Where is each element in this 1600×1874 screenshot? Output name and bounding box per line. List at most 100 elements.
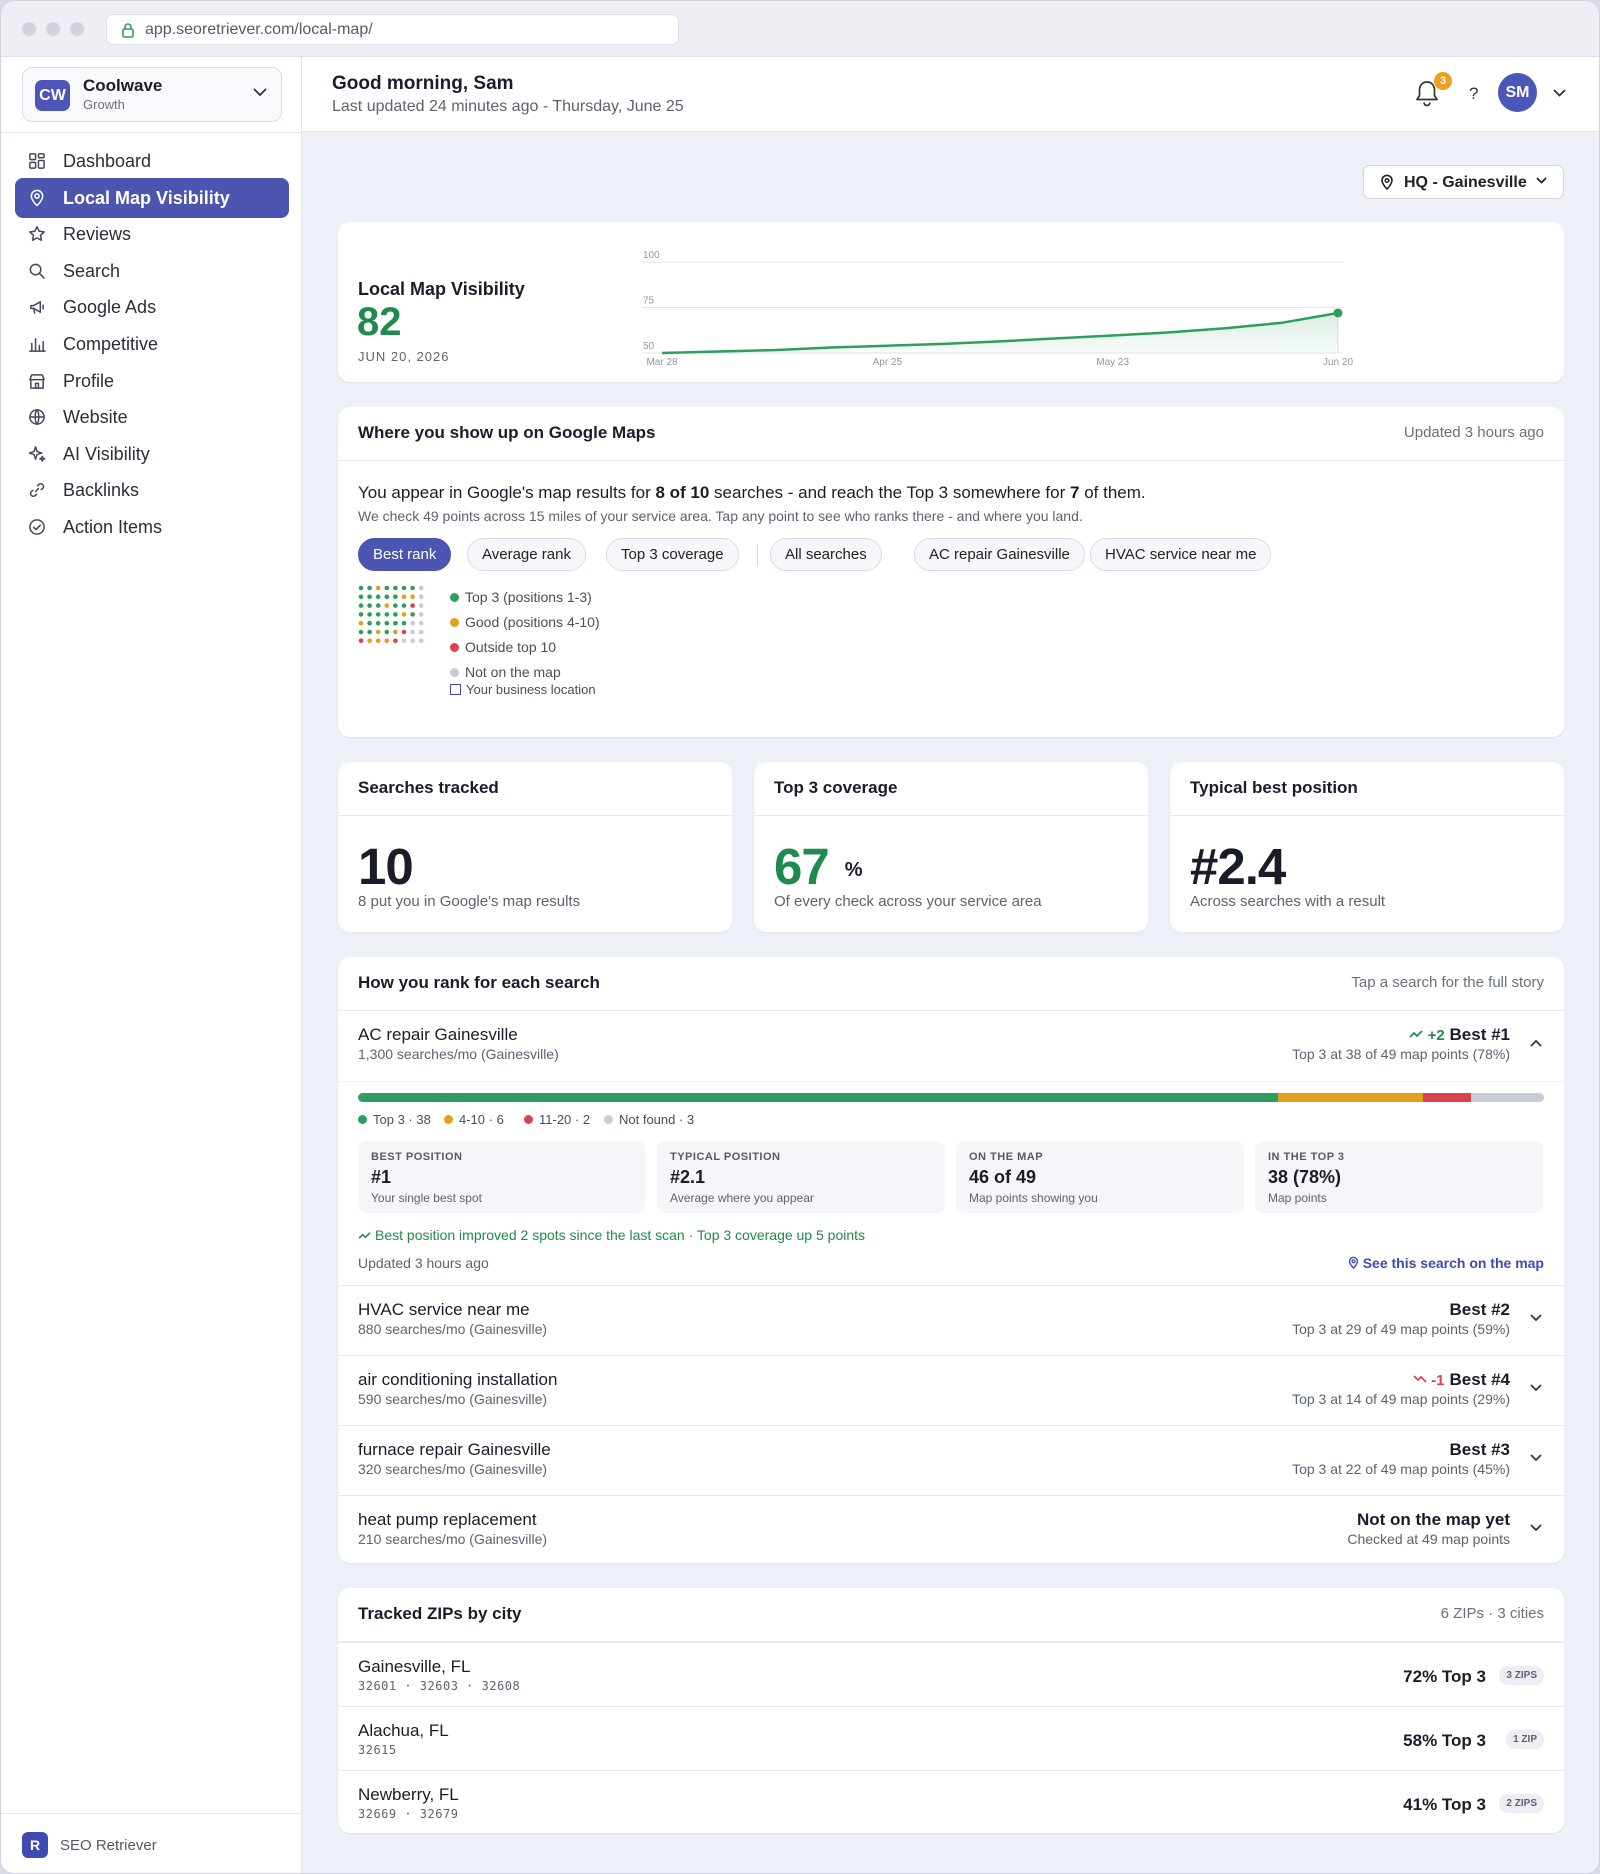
grid-point[interactable]	[410, 620, 415, 626]
chevron-down-icon[interactable]	[1530, 1454, 1542, 1462]
grid-point[interactable]	[384, 594, 390, 600]
grid-point[interactable]	[401, 620, 407, 626]
grid-point[interactable]	[367, 603, 372, 608]
account-switcher[interactable]: CW Coolwave Growth	[22, 67, 282, 122]
sidebar-item-label: Search	[63, 260, 121, 281]
grid-point[interactable]	[393, 585, 398, 591]
grid-point[interactable]	[401, 585, 407, 591]
window-maximize-dot[interactable]	[70, 22, 84, 36]
grid-point[interactable]	[358, 585, 364, 591]
best-rank-label: Not on the map yet	[1356, 1510, 1510, 1529]
grid-point[interactable]	[418, 594, 424, 600]
grid-point[interactable]	[401, 603, 407, 608]
grid-point[interactable]	[367, 629, 372, 635]
search-tab[interactable]: AC repair Gainesville	[914, 538, 1085, 571]
grid-point[interactable]	[401, 612, 407, 617]
metric-tab-best-rank[interactable]: Best rank	[358, 538, 452, 571]
see-on-map-link[interactable]: See this search on the map	[1348, 1255, 1544, 1271]
keyword-row[interactable]: air conditioning installation 590 searche…	[338, 1355, 1564, 1425]
grid-point[interactable]	[375, 612, 381, 617]
keyword-row[interactable]: heat pump replacement 210 searches/mo (Ga…	[338, 1495, 1564, 1565]
grid-point[interactable]	[358, 629, 364, 635]
grid-point[interactable]	[384, 620, 390, 626]
sidebar-item-profile[interactable]: Profile	[15, 361, 289, 401]
grid-point[interactable]	[410, 638, 415, 644]
sidebar-item-reviews[interactable]: Reviews	[15, 214, 289, 254]
grid-point[interactable]	[410, 629, 415, 635]
grid-point[interactable]	[358, 603, 364, 608]
grid-point[interactable]	[401, 594, 407, 600]
grid-point[interactable]	[393, 594, 398, 600]
grid-point[interactable]	[393, 629, 398, 635]
zip-city-row[interactable]: Gainesville, FL 32601 · 32603 · 32608 72% …	[338, 1642, 1564, 1706]
address-bar[interactable]: app.seoretriever.com/local-map/	[106, 14, 679, 45]
metric-tab-average-rank[interactable]: Average rank	[467, 538, 586, 571]
grid-point[interactable]	[384, 638, 390, 644]
grid-point[interactable]	[375, 594, 381, 600]
zip-city-row[interactable]: Newberry, FL 32669 · 32679 41% Top 3 2 ZIPS	[338, 1770, 1564, 1834]
sidebar-item-google-ads[interactable]: Google Ads	[15, 287, 289, 327]
grid-point[interactable]	[375, 638, 381, 644]
grid-point[interactable]	[393, 612, 398, 617]
sidebar-item-search[interactable]: Search	[15, 251, 289, 291]
grid-point[interactable]	[418, 585, 424, 591]
grid-point[interactable]	[401, 629, 407, 635]
grid-point[interactable]	[384, 612, 390, 617]
search-tab[interactable]: All searches	[770, 538, 882, 571]
keyword-row[interactable]: furnace repair Gainesville 320 searches/m…	[338, 1425, 1564, 1495]
keyword-row[interactable]: HVAC service near me 880 searches/mo (Gai…	[338, 1285, 1564, 1355]
grid-point[interactable]	[384, 603, 390, 608]
grid-point[interactable]	[418, 612, 424, 617]
sidebar-item-dashboard[interactable]: Dashboard	[15, 141, 289, 181]
grid-point[interactable]	[367, 612, 372, 617]
chevron-up-icon[interactable]	[1530, 1039, 1542, 1047]
sidebar-item-competitive[interactable]: Competitive	[15, 324, 289, 364]
grid-point[interactable]	[410, 594, 415, 600]
grid-point[interactable]	[367, 585, 372, 591]
sidebar-item-backlinks[interactable]: Backlinks	[15, 470, 289, 510]
window-close-dot[interactable]	[22, 22, 36, 36]
grid-point[interactable]	[358, 594, 364, 600]
sidebar-item-website[interactable]: Website	[15, 397, 289, 437]
grid-point[interactable]	[401, 638, 407, 644]
grid-point[interactable]	[367, 638, 372, 644]
grid-point[interactable]	[358, 638, 364, 644]
help-button[interactable]: ?	[1469, 84, 1478, 104]
window-minimize-dot[interactable]	[46, 22, 60, 36]
grid-point[interactable]	[410, 612, 415, 617]
grid-point[interactable]	[375, 585, 381, 591]
grid-point[interactable]	[384, 585, 390, 591]
grid-point[interactable]	[375, 629, 381, 635]
latest-point[interactable]	[1333, 308, 1343, 318]
sidebar-item-action-items[interactable]: Action Items	[15, 507, 289, 547]
grid-point[interactable]	[410, 603, 415, 608]
grid-point[interactable]	[367, 594, 372, 600]
zip-city-row[interactable]: Alachua, FL 32615 58% Top 3 1 ZIP	[338, 1706, 1564, 1770]
grid-point[interactable]	[410, 585, 415, 591]
chevron-down-icon[interactable]	[1553, 89, 1566, 97]
grid-point[interactable]	[358, 612, 364, 617]
chevron-down-icon[interactable]	[1530, 1524, 1542, 1532]
location-selector[interactable]: HQ - Gainesville	[1363, 165, 1564, 199]
grid-point[interactable]	[393, 603, 398, 608]
grid-point[interactable]	[418, 620, 424, 626]
grid-point[interactable]	[418, 603, 424, 608]
grid-point[interactable]	[418, 638, 424, 644]
grid-point[interactable]	[393, 620, 398, 626]
grid-point[interactable]	[375, 620, 381, 626]
chevron-down-icon[interactable]	[1530, 1384, 1542, 1392]
grid-point[interactable]	[358, 620, 364, 626]
grid-point[interactable]	[367, 620, 372, 626]
grid-point[interactable]	[375, 603, 381, 608]
sidebar-item-local-map-visibility[interactable]: Local Map Visibility	[15, 177, 289, 218]
grid-point[interactable]	[384, 629, 390, 635]
grid-point[interactable]	[418, 629, 424, 635]
sidebar-item-ai-visibility[interactable]: AI Visibility	[15, 434, 289, 474]
grid-point[interactable]	[393, 638, 398, 644]
rank-grid-map[interactable]	[358, 585, 428, 655]
chevron-down-icon[interactable]	[1530, 1314, 1542, 1322]
metric-tab-top-3-coverage[interactable]: Top 3 coverage	[606, 538, 739, 571]
keyword-row-expanded[interactable]: AC repair Gainesville 1,300 searches/mo …	[338, 1011, 1564, 1081]
user-avatar[interactable]: SM	[1498, 73, 1537, 112]
search-tab[interactable]: HVAC service near me	[1090, 538, 1272, 571]
